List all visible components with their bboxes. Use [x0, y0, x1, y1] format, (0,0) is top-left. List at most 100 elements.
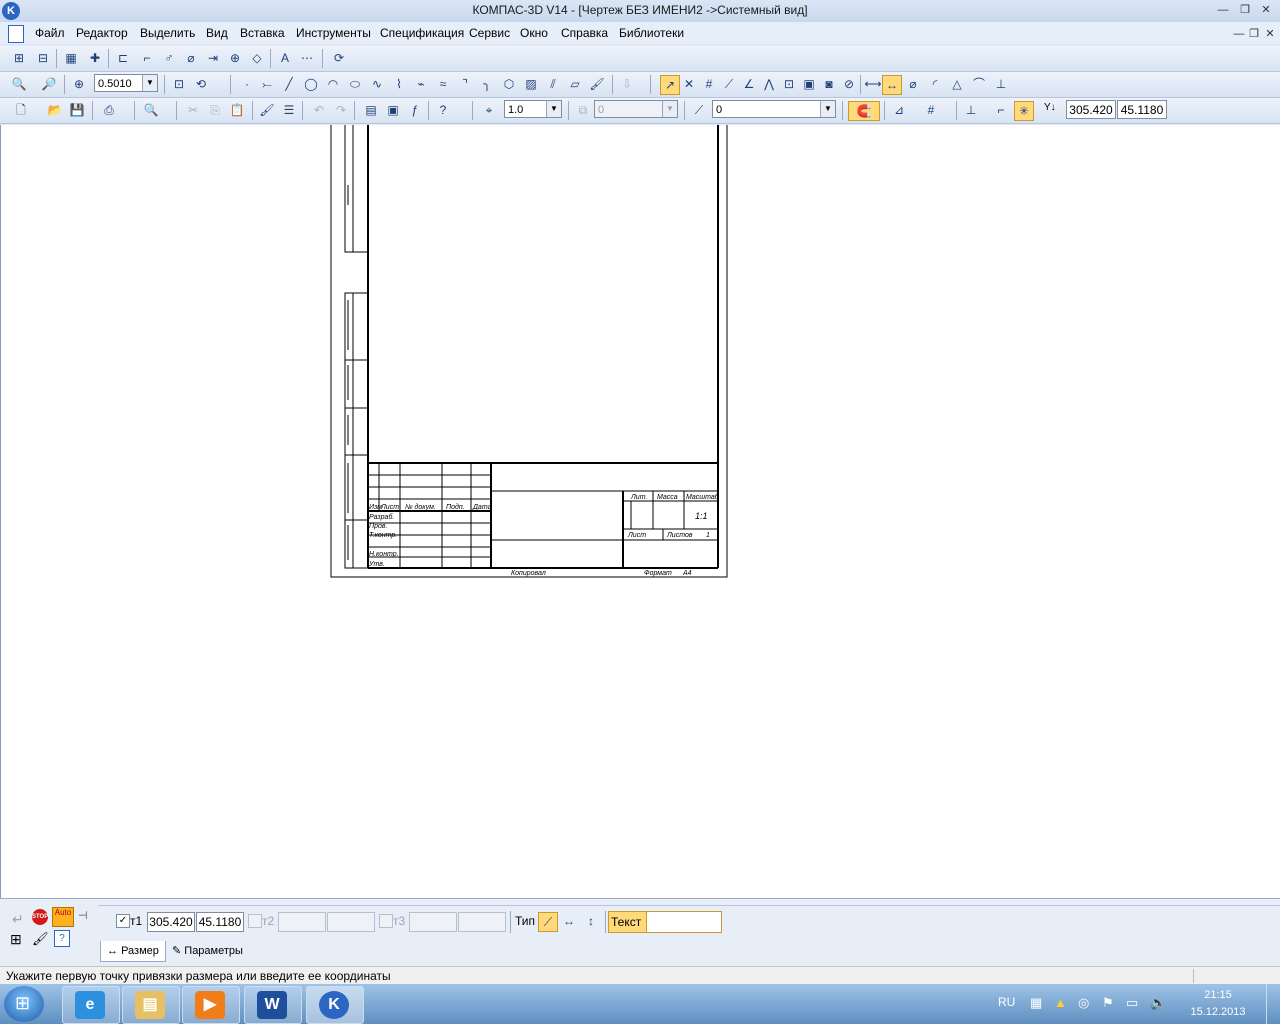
- snap-toggle-icon[interactable]: ✳: [1014, 101, 1034, 121]
- nurbs-icon[interactable]: ≈: [434, 75, 452, 93]
- style-icon[interactable]: ⟋: [690, 101, 708, 119]
- dim-chain-icon[interactable]: ⊥: [992, 75, 1010, 93]
- taskbar-media[interactable]: ▶: [182, 986, 240, 1024]
- zoom-window-icon[interactable]: 🔍: [10, 75, 28, 93]
- brush-icon[interactable]: 🖌: [588, 75, 606, 93]
- help-pointer-icon[interactable]: ?: [434, 101, 452, 119]
- auxiliary-line-icon[interactable]: ⤚: [258, 75, 276, 93]
- menu-help[interactable]: Справка: [561, 26, 608, 40]
- copy-icon[interactable]: ⎘: [206, 101, 224, 119]
- flag-icon[interactable]: ⚑: [1102, 995, 1114, 1011]
- dim-type-aligned-icon[interactable]: ⟋: [538, 912, 558, 932]
- menu-window[interactable]: Окно: [520, 26, 548, 40]
- help-icon[interactable]: ?: [54, 930, 70, 947]
- drawing-canvas[interactable]: Изм Лист № докум. Подп. Дата Разраб. Про…: [0, 125, 1280, 898]
- menu-tools[interactable]: Инструменты: [296, 26, 371, 40]
- tray-network-icon[interactable]: ▦: [1030, 995, 1042, 1011]
- print-icon[interactable]: ⎙: [100, 101, 118, 119]
- layer-combo[interactable]: 0 ▼: [594, 100, 678, 118]
- snap-vertex-icon[interactable]: ⋀: [760, 75, 778, 93]
- text-panel-icon[interactable]: A: [276, 49, 294, 67]
- circle-icon[interactable]: ◯: [302, 75, 320, 93]
- step-combo[interactable]: 1.0 ▼: [504, 100, 562, 118]
- point-icon[interactable]: ·: [238, 75, 256, 93]
- print-preview-icon[interactable]: 🔍: [142, 101, 160, 119]
- select-panel-icon[interactable]: ♂: [160, 49, 178, 67]
- arc-icon[interactable]: ◠: [324, 75, 342, 93]
- orthogonal-icon[interactable]: ⊿: [890, 101, 908, 119]
- reports-panel-icon[interactable]: ⊕: [226, 49, 244, 67]
- restore-icon[interactable]: ❐: [1238, 4, 1252, 18]
- tab-size[interactable]: ↔ Размер: [100, 941, 166, 962]
- snap-center-icon[interactable]: ▣: [800, 75, 818, 93]
- cursor-x-field[interactable]: 305.420: [1066, 100, 1116, 119]
- close-icon[interactable]: ✕: [1259, 4, 1273, 18]
- doc-minimize-icon[interactable]: —: [1232, 28, 1246, 42]
- snap-nearest-icon[interactable]: ↗: [660, 75, 680, 95]
- pin-panel-icon[interactable]: ⊣: [78, 909, 88, 922]
- zoom-all-icon[interactable]: 🔎: [40, 75, 58, 93]
- polyline-icon[interactable]: ⌇: [390, 75, 408, 93]
- text-button[interactable]: Текст: [608, 911, 648, 933]
- local-cs-icon[interactable]: ⊥: [962, 101, 980, 119]
- snap-intersection-icon[interactable]: ✕: [680, 75, 698, 93]
- edit-panel-icon[interactable]: ✚: [86, 49, 104, 67]
- new-document-icon[interactable]: 🗋: [12, 101, 30, 119]
- pan-icon[interactable]: ⊡: [170, 75, 188, 93]
- spec-panel-icon[interactable]: ⇥: [204, 49, 222, 67]
- start-button[interactable]: ⊞: [4, 986, 44, 1022]
- chevron-down-icon[interactable]: ▼: [820, 101, 835, 117]
- paste-icon[interactable]: 📋: [228, 101, 246, 119]
- show-desktop-button[interactable]: [1266, 984, 1280, 1024]
- style-combo[interactable]: 0 ▼: [712, 100, 836, 118]
- enter-icon[interactable]: ↵: [12, 911, 24, 928]
- t3-y-field[interactable]: [458, 912, 506, 932]
- menu-view[interactable]: Вид: [206, 26, 228, 40]
- taskbar-explorer[interactable]: ▤: [122, 986, 180, 1024]
- t1-y-field[interactable]: 45.1180: [196, 912, 244, 932]
- variables-icon[interactable]: ƒ: [406, 101, 424, 119]
- ortho-mode-icon[interactable]: ⌐: [992, 101, 1010, 119]
- doc-restore-icon[interactable]: ❐: [1247, 28, 1261, 42]
- ellipse-icon[interactable]: ⬭: [346, 75, 364, 93]
- fillet-icon[interactable]: ╮: [478, 75, 496, 93]
- chevron-down-icon[interactable]: ▼: [662, 101, 677, 117]
- refresh-view-icon[interactable]: ⟲: [192, 75, 210, 93]
- t2-y-field[interactable]: [327, 912, 375, 932]
- dim-type-vertical-icon[interactable]: ↕: [582, 912, 600, 930]
- symbols-panel-icon[interactable]: ▦: [62, 49, 80, 67]
- snap-middle-icon[interactable]: ⊡: [780, 75, 798, 93]
- redo-icon[interactable]: ↷: [332, 101, 350, 119]
- t2-checkbox[interactable]: [248, 914, 262, 928]
- dim-horizontal-icon[interactable]: ↔: [882, 75, 902, 95]
- tab-params[interactable]: ✎ Параметры: [166, 941, 249, 961]
- geometry-panel-icon[interactable]: ⊞: [10, 49, 28, 67]
- snap-object-icon[interactable]: ⊘: [840, 75, 858, 93]
- chevron-down-icon[interactable]: ▼: [546, 101, 561, 117]
- stop-icon[interactable]: STOP: [32, 909, 48, 925]
- clock-time[interactable]: 21:15: [1190, 989, 1246, 1001]
- text-field[interactable]: [646, 911, 722, 933]
- chamfer-icon[interactable]: ⌝: [456, 75, 474, 93]
- menu-service[interactable]: Сервис: [469, 26, 510, 40]
- dim-radial-icon[interactable]: ◜: [926, 75, 944, 93]
- auto-create-icon[interactable]: Auto: [52, 907, 74, 927]
- segment-icon[interactable]: ╱: [280, 75, 298, 93]
- parametrize-panel-icon[interactable]: ⋯: [298, 49, 316, 67]
- taskbar-word[interactable]: W: [244, 986, 302, 1024]
- clock-date[interactable]: 15.12.2013: [1186, 1006, 1250, 1018]
- tray-sync-icon[interactable]: ◎: [1078, 995, 1089, 1011]
- grid-icon[interactable]: #: [922, 101, 940, 119]
- t2-x-field[interactable]: [278, 912, 326, 932]
- taskbar-kompas[interactable]: K: [306, 986, 364, 1024]
- brush-properties-icon[interactable]: 🖌: [32, 931, 49, 947]
- dim-angular-icon[interactable]: △: [948, 75, 966, 93]
- document-icon[interactable]: [8, 25, 24, 43]
- volume-icon[interactable]: 🔈: [1150, 995, 1166, 1011]
- expand-icon[interactable]: ⊞: [10, 931, 22, 948]
- zoom-combo[interactable]: 0.5010 ▼: [94, 74, 158, 92]
- snap-angle-icon[interactable]: ∠: [740, 75, 758, 93]
- t1-x-field[interactable]: 305.420: [147, 912, 195, 932]
- insert-panel-icon[interactable]: ◇: [248, 49, 266, 67]
- dim-linear-icon[interactable]: ⟷: [864, 75, 882, 93]
